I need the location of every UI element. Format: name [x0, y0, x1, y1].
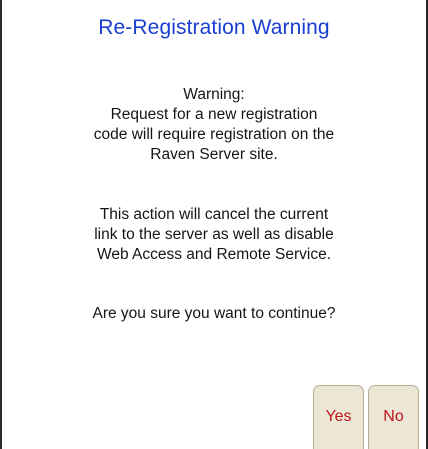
cancel-link-line: Web Access and Remote Service. [96, 246, 332, 263]
warning-line: Request for a new registration [110, 106, 318, 123]
warning-line: code will require registration on the [93, 126, 335, 143]
warning-line: Raven Server site. [150, 146, 278, 163]
warning-message-block: Warning: Request for a new registration … [2, 85, 426, 165]
cancel-link-line: link to the server as well as disable [94, 226, 334, 243]
confirmation-question: Are you sure you want to continue? [92, 305, 336, 322]
cancel-link-message-block: This action will cancel the current link… [2, 205, 426, 265]
yes-button[interactable]: Yes [313, 385, 364, 449]
re-registration-warning-dialog: Re-Registration Warning Warning: Request… [0, 0, 428, 449]
warning-heading: Warning: [183, 86, 245, 103]
no-button[interactable]: No [368, 385, 419, 449]
dialog-title: Re-Registration Warning [98, 16, 330, 39]
cancel-link-line: This action will cancel the current [99, 206, 329, 223]
